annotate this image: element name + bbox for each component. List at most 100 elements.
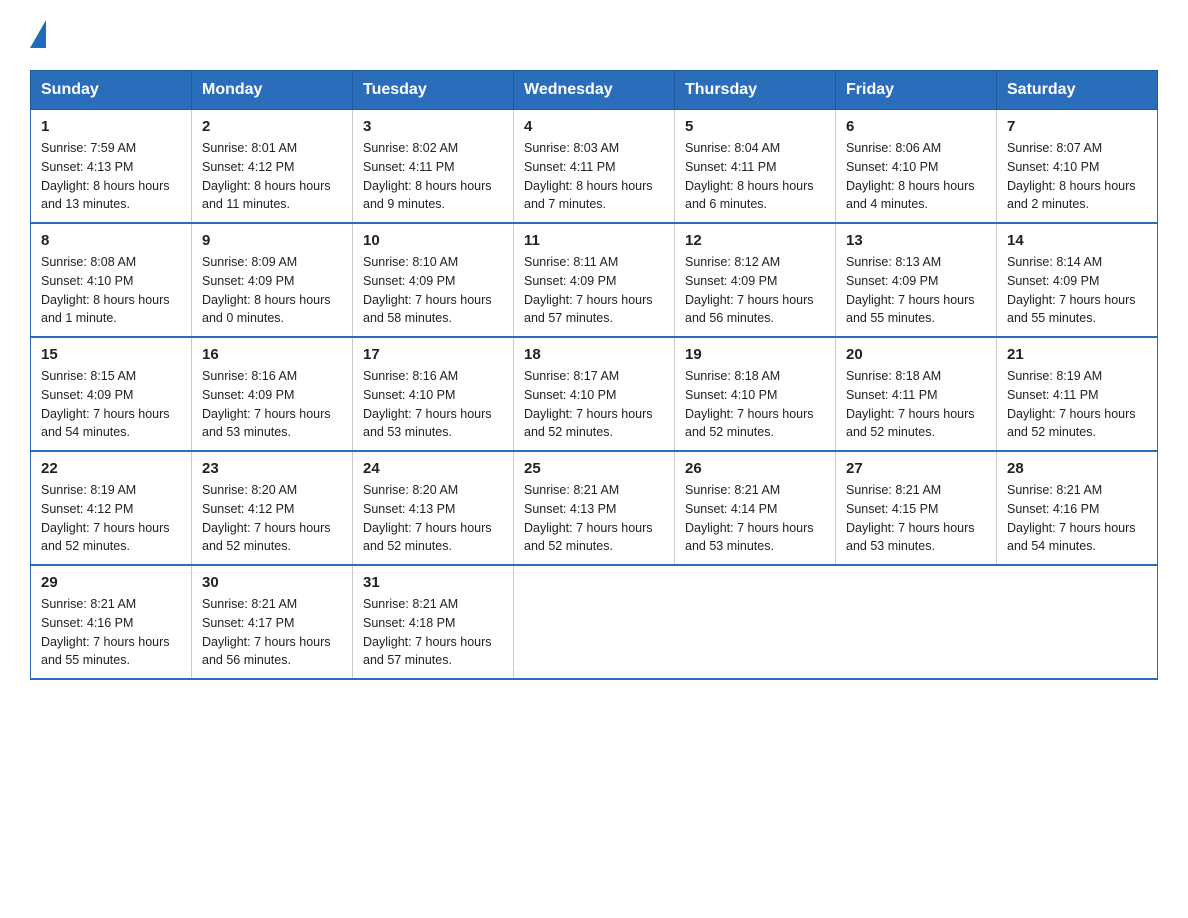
logo (30, 20, 46, 50)
calendar-cell: 11 Sunrise: 8:11 AMSunset: 4:09 PMDayligh… (514, 223, 675, 337)
calendar-week-row: 22 Sunrise: 8:19 AMSunset: 4:12 PMDayligh… (31, 451, 1158, 565)
calendar-week-row: 29 Sunrise: 8:21 AMSunset: 4:16 PMDayligh… (31, 565, 1158, 679)
calendar-cell (675, 565, 836, 679)
day-number: 22 (41, 460, 181, 477)
day-info: Sunrise: 8:09 AMSunset: 4:09 PMDaylight:… (202, 253, 342, 328)
day-info: Sunrise: 8:03 AMSunset: 4:11 PMDaylight:… (524, 139, 664, 214)
day-number: 12 (685, 232, 825, 249)
day-number: 21 (1007, 346, 1147, 363)
day-number: 4 (524, 118, 664, 135)
column-header-sunday: Sunday (31, 71, 192, 110)
column-header-wednesday: Wednesday (514, 71, 675, 110)
calendar-cell: 3Sunrise: 8:02 AMSunset: 4:11 PMDaylight… (353, 110, 514, 224)
day-info: Sunrise: 8:21 AMSunset: 4:16 PMDaylight:… (1007, 481, 1147, 556)
day-info: Sunrise: 8:08 AMSunset: 4:10 PMDaylight:… (41, 253, 181, 328)
calendar-cell: 31Sunrise: 8:21 AMSunset: 4:18 PMDayligh… (353, 565, 514, 679)
day-number: 5 (685, 118, 825, 135)
calendar-cell: 22 Sunrise: 8:19 AMSunset: 4:12 PMDayligh… (31, 451, 192, 565)
calendar-cell: 15Sunrise: 8:15 AMSunset: 4:09 PMDayligh… (31, 337, 192, 451)
calendar-table: SundayMondayTuesdayWednesdayThursdayFrid… (30, 70, 1158, 680)
calendar-cell: 16 Sunrise: 8:16 AMSunset: 4:09 PMDayligh… (192, 337, 353, 451)
calendar-cell: 30Sunrise: 8:21 AMSunset: 4:17 PMDayligh… (192, 565, 353, 679)
calendar-cell: 29 Sunrise: 8:21 AMSunset: 4:16 PMDayligh… (31, 565, 192, 679)
day-number: 30 (202, 574, 342, 591)
column-header-monday: Monday (192, 71, 353, 110)
calendar-cell: 5 Sunrise: 8:04 AMSunset: 4:11 PMDaylight… (675, 110, 836, 224)
day-info: Sunrise: 8:19 AMSunset: 4:11 PMDaylight:… (1007, 367, 1147, 442)
column-header-thursday: Thursday (675, 71, 836, 110)
day-info: Sunrise: 8:21 AMSunset: 4:15 PMDaylight:… (846, 481, 986, 556)
day-number: 23 (202, 460, 342, 477)
day-info: Sunrise: 8:18 AMSunset: 4:11 PMDaylight:… (846, 367, 986, 442)
day-number: 14 (1007, 232, 1147, 249)
calendar-cell: 27 Sunrise: 8:21 AMSunset: 4:15 PMDayligh… (836, 451, 997, 565)
day-info: Sunrise: 8:14 AMSunset: 4:09 PMDaylight:… (1007, 253, 1147, 328)
calendar-cell: 13 Sunrise: 8:13 AMSunset: 4:09 PMDayligh… (836, 223, 997, 337)
calendar-cell: 18Sunrise: 8:17 AMSunset: 4:10 PMDayligh… (514, 337, 675, 451)
calendar-cell: 8 Sunrise: 8:08 AMSunset: 4:10 PMDaylight… (31, 223, 192, 337)
day-info: Sunrise: 8:16 AMSunset: 4:10 PMDaylight:… (363, 367, 503, 442)
calendar-cell: 1 Sunrise: 7:59 AMSunset: 4:13 PMDaylight… (31, 110, 192, 224)
day-number: 1 (41, 118, 181, 135)
calendar-cell: 24 Sunrise: 8:20 AMSunset: 4:13 PMDayligh… (353, 451, 514, 565)
day-number: 27 (846, 460, 986, 477)
day-number: 18 (524, 346, 664, 363)
day-info: Sunrise: 8:20 AMSunset: 4:12 PMDaylight:… (202, 481, 342, 556)
calendar-header-row: SundayMondayTuesdayWednesdayThursdayFrid… (31, 71, 1158, 110)
calendar-cell: 6 Sunrise: 8:06 AMSunset: 4:10 PMDaylight… (836, 110, 997, 224)
calendar-cell: 23 Sunrise: 8:20 AMSunset: 4:12 PMDayligh… (192, 451, 353, 565)
day-info: Sunrise: 8:16 AMSunset: 4:09 PMDaylight:… (202, 367, 342, 442)
calendar-cell: 26 Sunrise: 8:21 AMSunset: 4:14 PMDayligh… (675, 451, 836, 565)
page-header (30, 20, 1158, 50)
calendar-cell: 2 Sunrise: 8:01 AMSunset: 4:12 PMDaylight… (192, 110, 353, 224)
day-number: 10 (363, 232, 503, 249)
day-info: Sunrise: 8:21 AMSunset: 4:13 PMDaylight:… (524, 481, 664, 556)
calendar-cell (836, 565, 997, 679)
day-number: 9 (202, 232, 342, 249)
day-number: 17 (363, 346, 503, 363)
calendar-cell: 10 Sunrise: 8:10 AMSunset: 4:09 PMDayligh… (353, 223, 514, 337)
calendar-cell: 28 Sunrise: 8:21 AMSunset: 4:16 PMDayligh… (997, 451, 1158, 565)
day-number: 2 (202, 118, 342, 135)
day-number: 11 (524, 232, 664, 249)
calendar-cell: 7 Sunrise: 8:07 AMSunset: 4:10 PMDaylight… (997, 110, 1158, 224)
day-info: Sunrise: 8:10 AMSunset: 4:09 PMDaylight:… (363, 253, 503, 328)
day-info: Sunrise: 8:19 AMSunset: 4:12 PMDaylight:… (41, 481, 181, 556)
day-number: 13 (846, 232, 986, 249)
day-number: 7 (1007, 118, 1147, 135)
calendar-cell (514, 565, 675, 679)
calendar-cell: 20Sunrise: 8:18 AMSunset: 4:11 PMDayligh… (836, 337, 997, 451)
calendar-cell: 19Sunrise: 8:18 AMSunset: 4:10 PMDayligh… (675, 337, 836, 451)
day-number: 24 (363, 460, 503, 477)
day-info: Sunrise: 8:20 AMSunset: 4:13 PMDaylight:… (363, 481, 503, 556)
day-number: 8 (41, 232, 181, 249)
logo-triangle-icon (30, 20, 46, 48)
calendar-week-row: 1 Sunrise: 7:59 AMSunset: 4:13 PMDaylight… (31, 110, 1158, 224)
day-number: 6 (846, 118, 986, 135)
day-info: Sunrise: 8:18 AMSunset: 4:10 PMDaylight:… (685, 367, 825, 442)
day-info: Sunrise: 8:01 AMSunset: 4:12 PMDaylight:… (202, 139, 342, 214)
day-info: Sunrise: 8:13 AMSunset: 4:09 PMDaylight:… (846, 253, 986, 328)
calendar-week-row: 8 Sunrise: 8:08 AMSunset: 4:10 PMDaylight… (31, 223, 1158, 337)
calendar-cell: 14 Sunrise: 8:14 AMSunset: 4:09 PMDayligh… (997, 223, 1158, 337)
day-info: Sunrise: 8:04 AMSunset: 4:11 PMDaylight:… (685, 139, 825, 214)
day-number: 16 (202, 346, 342, 363)
day-info: Sunrise: 8:21 AMSunset: 4:18 PMDaylight:… (363, 595, 503, 670)
day-info: Sunrise: 8:06 AMSunset: 4:10 PMDaylight:… (846, 139, 986, 214)
calendar-cell: 25Sunrise: 8:21 AMSunset: 4:13 PMDayligh… (514, 451, 675, 565)
calendar-cell: 4 Sunrise: 8:03 AMSunset: 4:11 PMDaylight… (514, 110, 675, 224)
calendar-cell: 12Sunrise: 8:12 AMSunset: 4:09 PMDayligh… (675, 223, 836, 337)
day-number: 3 (363, 118, 503, 135)
day-number: 26 (685, 460, 825, 477)
day-info: Sunrise: 8:15 AMSunset: 4:09 PMDaylight:… (41, 367, 181, 442)
day-info: Sunrise: 8:11 AMSunset: 4:09 PMDaylight:… (524, 253, 664, 328)
calendar-cell: 21 Sunrise: 8:19 AMSunset: 4:11 PMDayligh… (997, 337, 1158, 451)
day-number: 28 (1007, 460, 1147, 477)
column-header-saturday: Saturday (997, 71, 1158, 110)
day-info: Sunrise: 8:21 AMSunset: 4:16 PMDaylight:… (41, 595, 181, 670)
day-info: Sunrise: 7:59 AMSunset: 4:13 PMDaylight:… (41, 139, 181, 214)
day-info: Sunrise: 8:07 AMSunset: 4:10 PMDaylight:… (1007, 139, 1147, 214)
calendar-cell (997, 565, 1158, 679)
day-info: Sunrise: 8:21 AMSunset: 4:14 PMDaylight:… (685, 481, 825, 556)
day-number: 29 (41, 574, 181, 591)
